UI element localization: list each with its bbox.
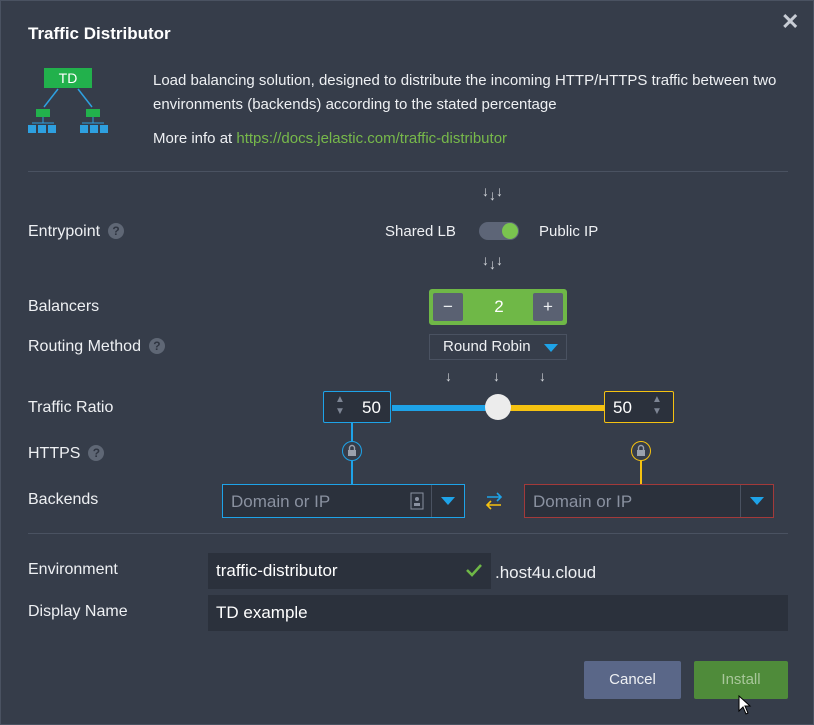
down-arrow-icon: ↓ bbox=[539, 368, 546, 384]
help-icon[interactable]: ? bbox=[148, 338, 165, 354]
left-ratio-value: 50 bbox=[362, 398, 381, 417]
dialog-title: Traffic Distributor bbox=[28, 24, 171, 43]
chevron-down-icon bbox=[750, 497, 764, 505]
more-info: More info at https://docs.jelastic.com/t… bbox=[153, 130, 507, 147]
routing-method-value: Round Robin bbox=[443, 338, 531, 355]
public-ip-label: Public IP bbox=[539, 223, 599, 240]
spinner-icon[interactable]: ▲ ▼ bbox=[326, 394, 354, 420]
https-label: HTTPS? bbox=[28, 445, 105, 463]
balancers-label: Balancers bbox=[28, 298, 100, 315]
right-ratio-value: 50 bbox=[613, 398, 632, 417]
traffic-distributor-logo: TD bbox=[28, 68, 108, 133]
environment-value: traffic-distributor bbox=[216, 561, 338, 580]
install-button[interactable]: Install bbox=[694, 661, 788, 699]
mouse-cursor-icon bbox=[738, 695, 752, 715]
backends-label: Backends bbox=[28, 491, 99, 508]
balancers-count[interactable]: 2 bbox=[467, 293, 531, 321]
connector-line bbox=[351, 461, 353, 484]
check-icon bbox=[466, 564, 482, 577]
close-icon[interactable]: ✕ bbox=[781, 11, 799, 33]
balancers-stepper: − 2 + bbox=[429, 289, 567, 325]
right-https-lock[interactable] bbox=[631, 441, 651, 461]
right-ratio-input[interactable]: 50 ▲ ▼ bbox=[604, 391, 674, 423]
display-name-input[interactable]: TD example bbox=[208, 595, 788, 631]
more-info-prefix: More info at bbox=[153, 130, 237, 147]
spinner-icon[interactable]: ▲ ▼ bbox=[643, 394, 671, 420]
entrypoint-label: Entrypoint? bbox=[28, 223, 125, 241]
slider-track-left bbox=[392, 405, 498, 411]
logo-text: TD bbox=[59, 70, 78, 86]
divider bbox=[28, 171, 788, 172]
ratio-slider-thumb[interactable] bbox=[485, 394, 511, 420]
flow-arrows-icon: ↓↓↓ bbox=[482, 252, 503, 272]
help-icon[interactable]: ? bbox=[88, 445, 105, 461]
lock-icon bbox=[348, 444, 356, 456]
left-backend-placeholder: Domain or IP bbox=[231, 492, 331, 511]
docs-link[interactable]: https://docs.jelastic.com/traffic-distri… bbox=[236, 130, 507, 147]
chevron-down-icon bbox=[441, 497, 455, 505]
down-arrow-icon: ↓ bbox=[445, 368, 452, 384]
right-backend-placeholder: Domain or IP bbox=[533, 492, 633, 511]
shared-lb-label: Shared LB bbox=[385, 223, 456, 240]
divider bbox=[28, 533, 788, 534]
entrypoint-toggle[interactable] bbox=[479, 222, 519, 240]
routing-method-select[interactable]: Round Robin bbox=[429, 334, 567, 360]
right-backend-dropdown[interactable] bbox=[740, 485, 773, 517]
traffic-ratio-label: Traffic Ratio bbox=[28, 399, 114, 416]
cancel-button[interactable]: Cancel bbox=[584, 661, 681, 699]
down-arrow-icon: ↓ bbox=[493, 368, 500, 384]
traffic-distributor-dialog: Traffic Distributor ✕ TD Load balancing … bbox=[0, 0, 814, 725]
left-backend-dropdown[interactable] bbox=[431, 485, 464, 517]
display-name-label: Display Name bbox=[28, 603, 128, 620]
right-backend-input[interactable]: Domain or IP bbox=[524, 484, 774, 518]
routing-method-label: Routing Method? bbox=[28, 338, 165, 356]
lock-icon bbox=[637, 444, 645, 456]
connector-line bbox=[351, 423, 353, 441]
environment-label: Environment bbox=[28, 561, 118, 578]
swap-icon[interactable] bbox=[483, 491, 505, 511]
left-backend-input[interactable]: Domain or IP bbox=[222, 484, 465, 518]
display-name-value: TD example bbox=[216, 603, 308, 622]
left-https-lock[interactable] bbox=[342, 441, 362, 461]
left-ratio-input[interactable]: ▲ ▼ 50 bbox=[323, 391, 391, 423]
increment-button[interactable]: + bbox=[533, 293, 563, 321]
toggle-knob bbox=[502, 223, 518, 239]
decrement-button[interactable]: − bbox=[433, 293, 463, 321]
chevron-down-icon bbox=[544, 344, 558, 352]
slider-track-right bbox=[498, 405, 605, 411]
dialog-description: Load balancing solution, designed to dis… bbox=[153, 72, 777, 113]
connector-line bbox=[640, 461, 642, 484]
environment-input[interactable]: traffic-distributor bbox=[208, 553, 491, 589]
help-icon[interactable]: ? bbox=[108, 223, 125, 239]
flow-arrows-icon: ↓↓↓ bbox=[482, 183, 503, 203]
domain-suffix: .host4u.cloud bbox=[495, 563, 597, 582]
contact-card-icon[interactable] bbox=[410, 492, 424, 510]
